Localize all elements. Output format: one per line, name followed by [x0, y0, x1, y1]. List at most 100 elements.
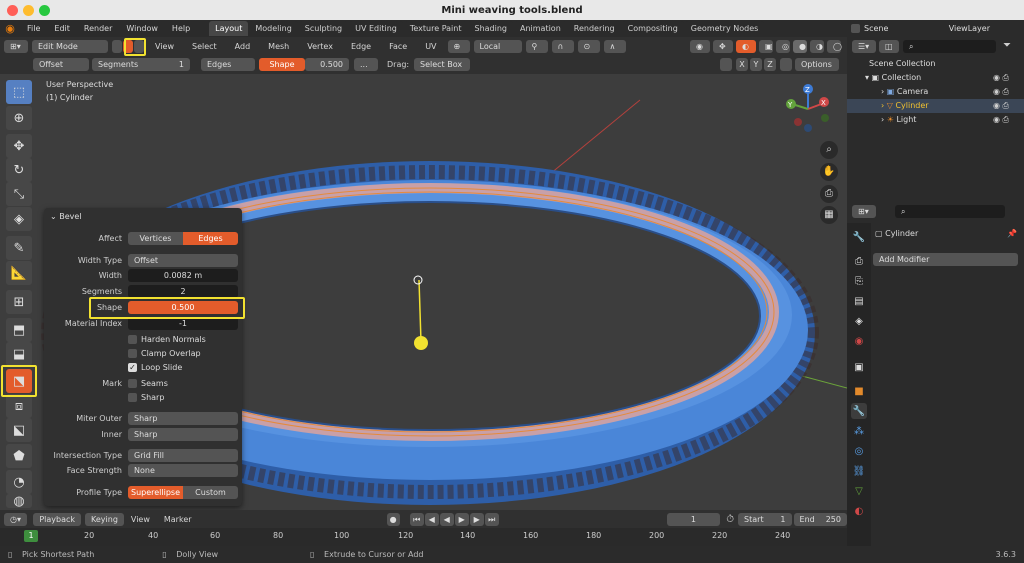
pin-icon[interactable]: 📌: [1007, 229, 1017, 238]
light-visibility-icon[interactable]: ◉ ⎙: [993, 115, 1009, 125]
scene-icon[interactable]: [851, 24, 860, 33]
tab-shading[interactable]: Shading: [468, 21, 513, 36]
menu-select[interactable]: Select: [185, 42, 224, 51]
camera-view-icon[interactable]: ⎙: [820, 185, 838, 203]
mark-seams-checkbox[interactable]: Seams: [128, 378, 168, 389]
navigation-gizmo[interactable]: Z X Y: [783, 82, 837, 136]
timeline-editor-icon[interactable]: ◷▾: [4, 512, 28, 526]
close-window-icon[interactable]: [7, 5, 18, 16]
bevel-segments-field[interactable]: Segments 1: [92, 58, 190, 71]
data-tab-icon[interactable]: ▽: [851, 483, 867, 499]
keying-menu[interactable]: Keying: [85, 512, 124, 526]
snap-icon[interactable]: ⚲: [525, 40, 548, 53]
filter-icon[interactable]: ⏷: [1003, 40, 1011, 51]
wireframe-shading-icon[interactable]: ◎: [776, 40, 790, 53]
mark-sharp-checkbox[interactable]: Sharp: [128, 392, 164, 403]
scene-name[interactable]: Scene: [864, 24, 888, 33]
collection-row[interactable]: ▾ ▣ Collection: [865, 71, 921, 85]
current-frame-field[interactable]: 1: [666, 512, 721, 526]
outliner-editor-icon[interactable]: ☰▾: [852, 40, 876, 53]
menu-window[interactable]: Window: [119, 24, 165, 33]
world-tab-icon[interactable]: ◉: [851, 333, 867, 349]
shape-value-field[interactable]: 0.500: [305, 58, 349, 71]
scene-collection-row[interactable]: Scene Collection: [869, 57, 936, 71]
measure-tool-icon[interactable]: 📐: [6, 261, 32, 285]
poly-build-tool-icon[interactable]: ⬟: [6, 444, 32, 468]
pivot-dropdown[interactable]: Local: [473, 40, 522, 53]
add-cube-tool-icon[interactable]: ⊞: [6, 290, 32, 314]
select-box-tool-icon[interactable]: ⬚: [6, 80, 32, 104]
tab-layout[interactable]: Layout: [209, 21, 249, 36]
bevel-drag-handle[interactable]: [414, 336, 428, 350]
xray-icon[interactable]: ▣: [759, 40, 773, 53]
mirror-z-button[interactable]: Z: [764, 58, 776, 71]
object-tab-icon[interactable]: ■: [851, 383, 867, 399]
pan-hand-icon[interactable]: ✋: [820, 163, 838, 181]
harden-normals-checkbox[interactable]: Harden Normals: [128, 334, 206, 345]
material-tab-icon[interactable]: ◐: [851, 503, 867, 519]
falloff-icon[interactable]: ∧: [603, 40, 626, 53]
visibility-eye-icon[interactable]: ◉ ⎙: [993, 73, 1009, 83]
modifier-tab-icon[interactable]: 🔧: [851, 403, 867, 419]
proportional-edit-icon[interactable]: ⊙: [577, 40, 600, 53]
options-dropdown[interactable]: Options: [795, 58, 839, 71]
menu-help[interactable]: Help: [165, 24, 197, 33]
physics-tab-icon[interactable]: ◎: [851, 443, 867, 459]
tab-animation[interactable]: Animation: [513, 21, 567, 36]
menu-render[interactable]: Render: [77, 24, 119, 33]
grid-perspective-icon[interactable]: ▦: [820, 206, 838, 224]
knife-tool-icon[interactable]: ⬕: [6, 418, 32, 442]
mirror-y-button[interactable]: Y: [750, 58, 762, 71]
properties-editor-icon[interactable]: ⊞▾: [852, 205, 876, 218]
tab-texture-paint[interactable]: Texture Paint: [403, 21, 468, 36]
view-layer-name[interactable]: ViewLayer: [949, 24, 990, 33]
tab-compositing[interactable]: Compositing: [621, 21, 684, 36]
particles-tab-icon[interactable]: ⁂: [851, 423, 867, 439]
menu-edit[interactable]: Edit: [47, 24, 77, 33]
mirror-icon[interactable]: [720, 58, 732, 71]
outliner-item-light[interactable]: › ☀ Light: [881, 113, 916, 127]
add-modifier-dropdown[interactable]: Add Modifier: [873, 253, 1018, 266]
shape-label-field[interactable]: Shape: [259, 58, 305, 71]
zoom-window-icon[interactable]: [39, 5, 50, 16]
view-layer-tab-icon[interactable]: ▤: [851, 293, 867, 309]
scale-tool-icon[interactable]: ⤡: [6, 182, 32, 206]
material-shading-icon[interactable]: ◑: [810, 40, 824, 53]
outliner-item-camera[interactable]: › ▣ Camera: [881, 85, 928, 99]
tab-modeling[interactable]: Modeling: [249, 21, 298, 36]
extrude-tool-icon[interactable]: ⬒: [6, 318, 32, 342]
menu-file[interactable]: File: [20, 24, 47, 33]
bevel-panel-header[interactable]: ⌄ Bevel: [50, 212, 82, 221]
mode-dropdown[interactable]: Edit Mode: [32, 40, 108, 53]
cylinder-visibility-icon[interactable]: ◉ ⎙: [993, 101, 1009, 111]
move-tool-icon[interactable]: ✥: [6, 134, 32, 158]
properties-search-input[interactable]: ⌕: [895, 205, 1005, 218]
orientation-icon[interactable]: ⊕: [447, 40, 470, 53]
timeline-view-menu[interactable]: View: [124, 515, 157, 524]
tab-geometry-nodes[interactable]: Geometry Nodes: [684, 21, 765, 36]
menu-add[interactable]: Add: [228, 42, 258, 51]
vertex-select-icon[interactable]: [112, 40, 122, 53]
clamp-overlap-checkbox[interactable]: Clamp Overlap: [128, 348, 201, 359]
width-type-dropdown[interactable]: Offset: [128, 254, 238, 267]
prev-key-icon[interactable]: ◀: [424, 512, 439, 526]
annotate-tool-icon[interactable]: ✎: [6, 236, 32, 260]
affect-edges-button[interactable]: Edges: [183, 232, 238, 245]
outliner-search-input[interactable]: ⌕: [903, 40, 996, 53]
mirror-x-button[interactable]: X: [736, 58, 748, 71]
loop-slide-checkbox[interactable]: ✓ Loop Slide: [128, 362, 182, 373]
rendered-shading-icon[interactable]: ◯: [827, 40, 842, 53]
auto-merge-icon[interactable]: [780, 58, 792, 71]
tool-tab-icon[interactable]: 🔧: [851, 229, 867, 245]
tab-rendering[interactable]: Rendering: [567, 21, 621, 36]
bevel-offset-dropdown[interactable]: Offset: [33, 58, 89, 71]
menu-uv[interactable]: UV: [418, 42, 443, 51]
profile-superellipse-button[interactable]: Superellipse: [128, 486, 183, 499]
width-field[interactable]: 0.0082 m: [128, 269, 238, 282]
render-tab-icon[interactable]: ⎙: [851, 253, 867, 269]
tab-uv-editing[interactable]: UV Editing: [349, 21, 403, 36]
blender-logo-icon[interactable]: ◉: [0, 22, 20, 35]
affect-dropdown[interactable]: Edges: [201, 58, 255, 71]
menu-edge[interactable]: Edge: [344, 42, 378, 51]
miter-inner-dropdown[interactable]: Sharp: [128, 428, 238, 441]
